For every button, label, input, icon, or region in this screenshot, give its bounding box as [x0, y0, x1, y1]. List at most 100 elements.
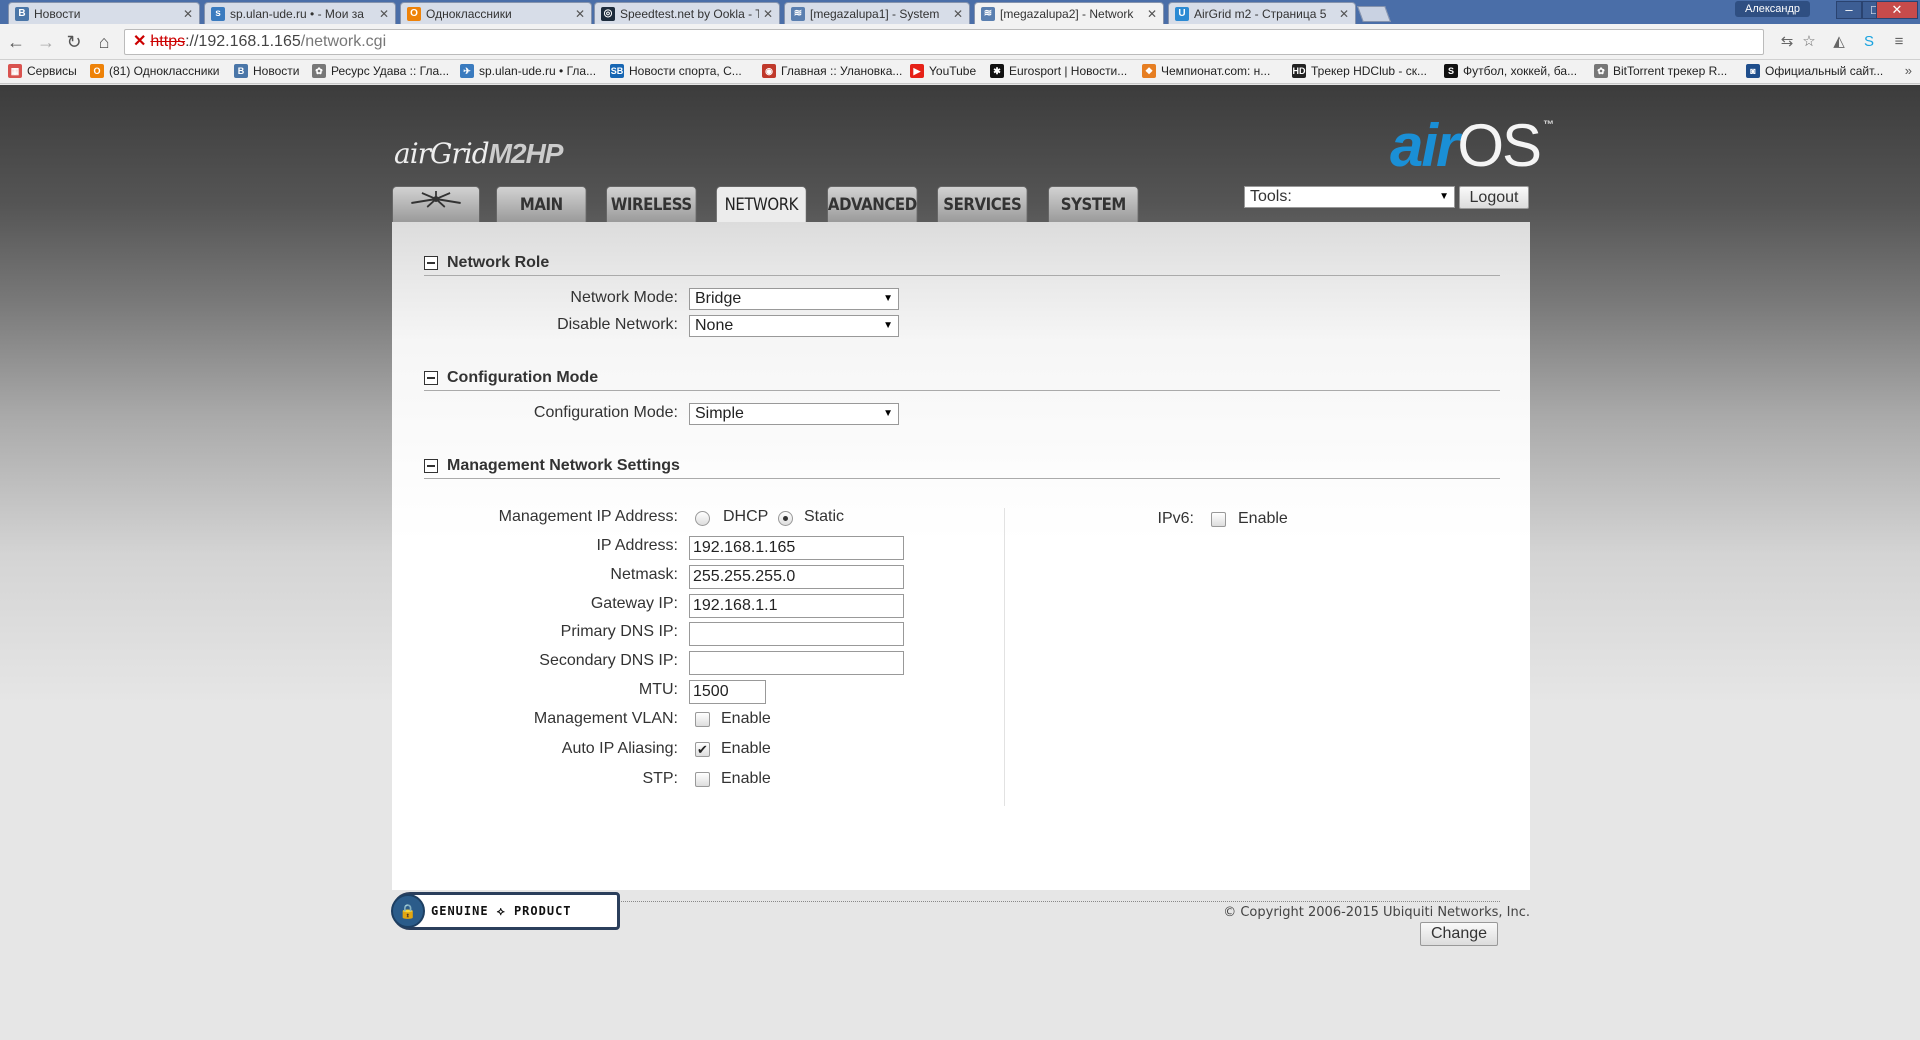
ip-address-label: IP Address: [596, 537, 678, 554]
configuration-mode-label: Configuration Mode: [533, 404, 678, 421]
collapse-icon[interactable] [424, 256, 438, 270]
bookmarks-overflow-icon[interactable]: » [1905, 63, 1912, 78]
airos-os: OS [1457, 112, 1542, 179]
bookmark-item[interactable]: S Футбол, хоккей, ба... [1444, 64, 1577, 78]
vk-icon: В [234, 64, 248, 78]
browser-tab[interactable]: s sp.ulan-ude.ru • - Мои за ✕ [204, 2, 396, 24]
stp-checkbox[interactable] [695, 772, 710, 787]
change-button[interactable]: Change [1420, 922, 1498, 946]
tab-network[interactable]: NETWORK [716, 186, 807, 223]
ipv6-label: IPv6: [1157, 510, 1194, 527]
static-radio[interactable] [778, 511, 793, 526]
bookmark-item[interactable]: ▦ Сервисы [8, 64, 77, 78]
translate-icon[interactable]: ⇆ [1778, 33, 1796, 51]
collapse-icon[interactable] [424, 371, 438, 385]
airos-air: air [1390, 112, 1459, 179]
back-arrow-icon[interactable]: ← [6, 32, 26, 52]
gateway-ip-input[interactable]: 192.168.1.1 [689, 594, 904, 618]
bookmark-item[interactable]: ◉ Главная :: Улановка... [762, 64, 902, 78]
network-mode-value: Bridge [695, 290, 742, 307]
tab-ubiquiti-logo[interactable] [392, 186, 480, 222]
hdclub-icon: HD [1292, 64, 1306, 78]
section-management-network[interactable]: Management Network Settings [424, 457, 680, 475]
bookmark-item[interactable]: ✱ Eurosport | Новости... [990, 64, 1127, 78]
skype-icon[interactable]: S [1860, 33, 1878, 51]
home-icon[interactable]: ⌂ [94, 32, 114, 52]
vk-icon: В [15, 6, 29, 21]
section-configuration-mode[interactable]: Configuration Mode [424, 369, 598, 387]
bookmark-item[interactable]: SB Новости спорта, С... [610, 64, 742, 78]
airos-logo: airOS ™ [1390, 111, 1554, 180]
site-icon: ✿ [312, 64, 326, 78]
chevron-down-icon: ▼ [883, 293, 893, 304]
netmask-input[interactable]: 255.255.255.0 [689, 565, 904, 589]
new-tab-button[interactable] [1357, 6, 1391, 22]
ip-address-input[interactable]: 192.168.1.165 [689, 536, 904, 560]
ipv6-checkbox[interactable] [1211, 512, 1226, 527]
window-close-icon[interactable]: ✕ [1876, 1, 1918, 19]
logout-button[interactable]: Logout [1459, 186, 1529, 209]
apps-icon: ▦ [8, 64, 22, 78]
tab-main[interactable]: MAIN [496, 186, 587, 222]
browser-tab[interactable]: ≋ [megazalupa1] - System ✕ [784, 2, 970, 24]
tab-wireless[interactable]: WIRELESS [606, 186, 697, 222]
bookmark-item[interactable]: ▶ YouTube [910, 64, 976, 78]
primary-dns-input[interactable] [689, 622, 904, 646]
tools-select[interactable]: Tools: ▼ [1244, 186, 1455, 208]
tab-services[interactable]: SERVICES [937, 186, 1028, 222]
browser-tab[interactable]: О Одноклассники ✕ [400, 2, 592, 24]
configuration-mode-select[interactable]: Simple ▼ [689, 403, 899, 425]
product-model: M2HP [488, 138, 564, 169]
close-icon[interactable]: ✕ [183, 7, 193, 21]
forward-arrow-icon[interactable]: → [36, 32, 56, 52]
site-icon: ◙ [1746, 64, 1760, 78]
bookmark-item[interactable]: В Новости [234, 64, 299, 78]
configuration-mode-value: Simple [695, 405, 744, 422]
browser-tab-bar: В Новости ✕ s sp.ulan-ude.ru • - Мои за … [0, 0, 1920, 24]
management-vlan-checkbox[interactable] [695, 712, 710, 727]
bookmark-item[interactable]: О (81) Одноклассники [90, 64, 219, 78]
bookmark-item[interactable]: ✈ sp.ulan-ude.ru • Гла... [460, 64, 596, 78]
minimize-icon[interactable]: – [1836, 1, 1862, 19]
browser-tab-label: sp.ulan-ude.ru • - Мои за [230, 6, 364, 21]
bookmark-item[interactable]: ◙ Официальный сайт... [1746, 64, 1883, 78]
chevron-down-icon: ▼ [883, 408, 893, 419]
network-mode-select[interactable]: Bridge ▼ [689, 288, 899, 310]
close-icon[interactable]: ✕ [1147, 7, 1157, 21]
auto-ip-aliasing-label: Auto IP Aliasing: [561, 740, 678, 757]
bookmark-item[interactable]: HD Трекер HDClub - ск... [1292, 64, 1427, 78]
browser-tab[interactable]: В Новости ✕ [8, 2, 200, 24]
extension-icon[interactable]: ◭ [1830, 33, 1848, 51]
disable-network-select[interactable]: None ▼ [689, 315, 899, 337]
bookmark-label: Новости спорта, С... [629, 64, 742, 78]
close-icon[interactable]: ✕ [1339, 7, 1349, 21]
bookmark-label: Eurosport | Новости... [1009, 64, 1128, 78]
tab-advanced[interactable]: ADVANCED [827, 186, 918, 222]
close-icon[interactable]: ✕ [379, 7, 389, 21]
browser-tab[interactable]: ◎ Speedtest.net by Ookla - T ✕ [594, 2, 780, 24]
section-network-role[interactable]: Network Role [424, 254, 549, 272]
bookmark-item[interactable]: ✿ Ресурс Удава :: Гла... [312, 64, 449, 78]
url-input[interactable]: ✕ https://192.168.1.165/network.cgi [124, 29, 1764, 55]
menu-icon[interactable]: ≡ [1890, 33, 1908, 51]
browser-tab-active[interactable]: ≋ [megazalupa2] - Network ✕ [974, 2, 1164, 24]
browser-tab-label: Speedtest.net by Ookla - T [620, 6, 759, 21]
close-icon[interactable]: ✕ [575, 7, 585, 21]
bookmark-label: Главная :: Улановка... [781, 64, 903, 78]
auto-ip-aliasing-checkbox[interactable]: ✔ [695, 742, 710, 757]
sports-icon: S [1444, 64, 1458, 78]
dhcp-radio[interactable] [695, 511, 710, 526]
secondary-dns-input[interactable] [689, 651, 904, 675]
close-icon[interactable]: ✕ [953, 7, 963, 21]
bookmark-item[interactable]: ❖ Чемпионат.com: н... [1142, 64, 1270, 78]
bookmark-star-icon[interactable]: ☆ [1800, 33, 1818, 51]
reload-icon[interactable]: ↻ [64, 32, 84, 52]
collapse-icon[interactable] [424, 459, 438, 473]
profile-user-badge[interactable]: Александр [1735, 1, 1811, 17]
close-icon[interactable]: ✕ [763, 7, 773, 21]
tab-system[interactable]: SYSTEM [1048, 186, 1139, 222]
bookmark-item[interactable]: ✿ BitTorrent трекер R... [1594, 64, 1727, 78]
browser-tab[interactable]: U AirGrid m2 - Страница 5 ✕ [1168, 2, 1356, 24]
mtu-input[interactable]: 1500 [689, 680, 766, 704]
eurosport-icon: ✱ [990, 64, 1004, 78]
